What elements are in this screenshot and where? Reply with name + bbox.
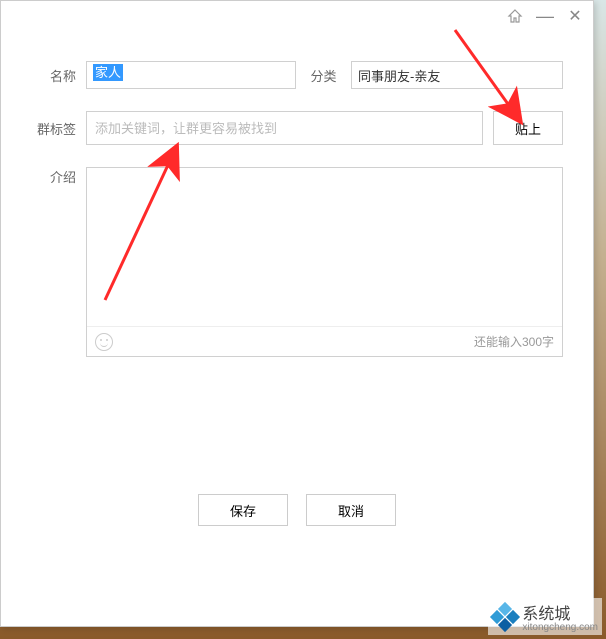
- dialog-window: — ✕ 名称 家人 分类 同事朋友-亲友 群标签 贴上 介绍 还能输: [0, 0, 594, 627]
- cancel-button[interactable]: 取消: [306, 494, 396, 526]
- form-area: 名称 家人 分类 同事朋友-亲友 群标签 贴上 介绍 还能输入300字: [1, 31, 593, 357]
- intro-box: 还能输入300字: [86, 167, 563, 357]
- minimize-icon[interactable]: —: [535, 6, 555, 26]
- dialog-buttons: 保存 取消: [1, 494, 593, 526]
- char-counter: 还能输入300字: [474, 333, 554, 350]
- close-icon[interactable]: ✕: [565, 6, 585, 26]
- category-label: 分类: [296, 66, 351, 85]
- name-value-selected: 家人: [93, 64, 123, 81]
- category-select[interactable]: 同事朋友-亲友: [351, 61, 563, 89]
- row-name-category: 名称 家人 分类 同事朋友-亲友: [31, 61, 563, 89]
- save-button[interactable]: 保存: [198, 494, 288, 526]
- row-tags: 群标签 贴上: [31, 111, 563, 145]
- tags-label: 群标签: [31, 119, 86, 138]
- titlebar: — ✕: [1, 1, 593, 31]
- home-icon[interactable]: [505, 6, 525, 26]
- row-intro: 介绍 还能输入300字: [31, 167, 563, 357]
- name-input[interactable]: 家人: [86, 61, 296, 89]
- paste-button[interactable]: 贴上: [493, 111, 563, 145]
- name-label: 名称: [31, 66, 86, 85]
- category-value: 同事朋友-亲友: [358, 66, 440, 85]
- intro-textarea[interactable]: [87, 168, 562, 323]
- emoji-icon[interactable]: [95, 333, 113, 351]
- intro-footer: 还能输入300字: [87, 326, 562, 356]
- tags-input[interactable]: [86, 111, 483, 145]
- intro-label: 介绍: [31, 167, 86, 186]
